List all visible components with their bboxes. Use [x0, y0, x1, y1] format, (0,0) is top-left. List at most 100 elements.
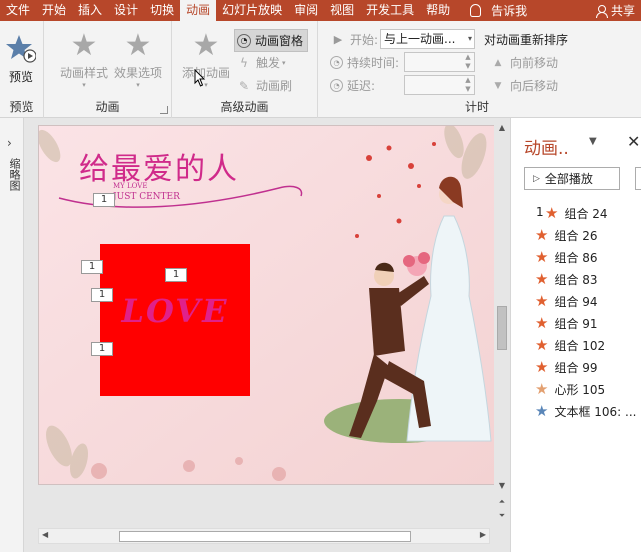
chevron-down-icon[interactable]: ▼	[589, 136, 597, 147]
animation-list-item[interactable]: ★ 组合 99	[535, 358, 598, 376]
effect-options-label: 效果选项	[114, 66, 163, 80]
tab-transitions[interactable]: 切换	[144, 0, 180, 21]
spinner-icon[interactable]: ▲ ▼	[462, 76, 474, 94]
star-icon: ★	[535, 313, 549, 332]
preview-button[interactable]: 预览	[6, 33, 36, 85]
animation-tag[interactable]: 1	[81, 260, 103, 274]
move-later-label: 向后移动	[510, 79, 559, 93]
animation-list-item[interactable]: ★ 组合 94	[535, 292, 598, 310]
animation-painter-button[interactable]: ✎ 动画刷	[236, 77, 292, 94]
tab-view[interactable]: 视图	[324, 0, 360, 21]
tab-slideshow[interactable]: 幻灯片放映	[216, 0, 288, 21]
animation-pane-button[interactable]: ◔ 动画窗格	[234, 29, 309, 52]
scroll-left-icon[interactable]: ◀	[42, 530, 48, 539]
animation-list-item[interactable]: ★ 组合 86	[535, 248, 598, 266]
animation-item-label: 组合 91	[554, 316, 598, 331]
thumbnail-pane-collapsed[interactable]: › 缩略图	[0, 118, 24, 552]
animation-list-item[interactable]: ★ 组合 26	[535, 226, 598, 244]
move-earlier-button[interactable]: ▲ 向前移动	[490, 54, 558, 71]
scroll-right-icon[interactable]: ▶	[480, 530, 486, 539]
spinner-icon[interactable]: ▲ ▼	[462, 53, 474, 71]
tab-animations[interactable]: 动画	[180, 0, 217, 21]
animation-list-item[interactable]: ★ 文本框 106: ...	[535, 402, 636, 420]
scroll-up-icon[interactable]: ▲	[496, 122, 508, 134]
vertical-scrollbar[interactable]: ▲ ▼ ⏶ ⏷	[494, 118, 510, 552]
move-earlier-label: 向前移动	[510, 56, 559, 70]
animation-style-label: 动画样式	[60, 66, 109, 80]
animation-tag[interactable]: 1	[91, 288, 113, 302]
next-slide-icon[interactable]: ⏷	[496, 510, 508, 522]
delay-input[interactable]: ▲ ▼	[404, 75, 475, 95]
star-icon: ★	[535, 379, 549, 398]
tab-home[interactable]: 开始	[36, 0, 72, 21]
duration-label: 持续时间:	[347, 56, 400, 70]
slide-logo-subtitle-1: MY LOVE	[113, 182, 148, 190]
previous-slide-icon[interactable]: ⏶	[496, 496, 508, 508]
tell-me-box[interactable]: 告诉我	[462, 2, 527, 19]
dialog-launcher-icon[interactable]	[160, 106, 168, 114]
effect-options-button[interactable]: ★ 效果选项 ▾	[114, 31, 163, 90]
animation-list-item[interactable]: ★ 组合 91	[535, 314, 598, 332]
star-icon: ★	[535, 335, 549, 354]
play-all-label: 全部播放	[544, 172, 593, 186]
star-icon: ★	[535, 225, 549, 244]
animation-style-button[interactable]: ★ 动画样式 ▾	[60, 31, 109, 90]
horizontal-scroll-thumb[interactable]	[119, 531, 411, 542]
star-icon: ★	[545, 203, 559, 222]
star-icon: ★	[535, 247, 549, 266]
lightbulb-icon	[470, 4, 482, 17]
love-box[interactable]: LOVE	[100, 244, 250, 396]
animation-tag[interactable]: 1	[165, 268, 187, 282]
tab-developer[interactable]: 开发工具	[360, 0, 420, 21]
trigger-button[interactable]: ϟ 触发 ▾	[236, 54, 286, 71]
reorder-group: 对动画重新排序 ▲ 向前移动 ▼ 向后移动	[476, 21, 641, 118]
brush-icon: ✎	[238, 78, 250, 93]
duration-input[interactable]: ▲ ▼	[404, 52, 475, 72]
tab-design[interactable]: 设计	[108, 0, 144, 21]
tab-file[interactable]: 文件	[0, 0, 36, 21]
timing-group: ▶ 开始: 与上一动画... ▾ ◔ 持续时间: ▲ ▼ ◔ 延迟: ▲ ▼ 计时	[318, 21, 489, 118]
start-dropdown[interactable]: 与上一动画... ▾	[380, 29, 475, 49]
scroll-down-icon[interactable]: ▼	[496, 480, 508, 492]
vertical-scroll-thumb[interactable]	[497, 306, 507, 350]
lightning-icon: ϟ	[240, 55, 248, 70]
animation-list-item[interactable]: ★ 组合 102	[535, 336, 605, 354]
start-value: 与上一动画...	[384, 32, 456, 46]
move-later-button[interactable]: ▼ 向后移动	[490, 77, 558, 94]
tab-insert[interactable]: 插入	[72, 0, 108, 21]
animation-list-item[interactable]: ★ 心形 105	[535, 380, 605, 398]
animation-pane-title: 动画..	[524, 139, 569, 159]
clock-icon: ◔	[237, 33, 251, 48]
star-icon: ★	[535, 269, 549, 288]
tab-help[interactable]: 帮助	[420, 0, 456, 21]
tab-review[interactable]: 审阅	[288, 0, 324, 21]
animation-item-label: 组合 94	[554, 294, 598, 309]
add-animation-button[interactable]: ★ 添加动画 ▾	[182, 31, 231, 90]
chevron-down-icon: ▾	[282, 58, 286, 67]
animation-item-label: 组合 102	[554, 338, 606, 353]
preview-star-icon	[6, 35, 36, 63]
start-label: 开始:	[350, 33, 379, 47]
animation-list-item[interactable]: ★ 组合 24	[545, 204, 608, 222]
add-animation-label: 添加动画	[182, 66, 231, 80]
slide-logo-subtitle-2: JUST CENTER	[113, 192, 180, 202]
play-options-button[interactable]	[635, 167, 641, 190]
animation-tag[interactable]: 1	[93, 193, 115, 207]
ribbon: 预览 预览 ★ 动画样式 ▾ ★ 效果选项 ▾ 动画 ★ 添加动画 ▾ ◔ 动画…	[0, 21, 641, 118]
clock-icon: ◔	[330, 56, 343, 69]
share-label: 共享	[610, 4, 635, 18]
slide-canvas[interactable]: 给最爱的人 MY LOVE JUST CENTER LOVE 1 1 1 1 1	[38, 125, 495, 485]
chevron-down-icon: ▾	[82, 81, 86, 89]
animation-list-item[interactable]: ★ 组合 83	[535, 270, 598, 288]
share-button[interactable]: 共享	[595, 2, 641, 19]
chevron-right-icon[interactable]: ›	[7, 136, 12, 150]
horizontal-scrollbar[interactable]: ◀ ▶	[38, 528, 490, 544]
person-icon	[595, 4, 608, 18]
arrow-down-icon: ▼	[494, 80, 502, 91]
play-all-button[interactable]: ▷ 全部播放	[524, 167, 620, 190]
animation-tag[interactable]: 1	[91, 342, 113, 356]
animation-sequence-number: 1	[536, 205, 544, 219]
love-text: LOVE	[121, 292, 229, 330]
close-icon[interactable]: ✕	[627, 132, 640, 151]
trigger-label: 触发	[256, 56, 281, 70]
